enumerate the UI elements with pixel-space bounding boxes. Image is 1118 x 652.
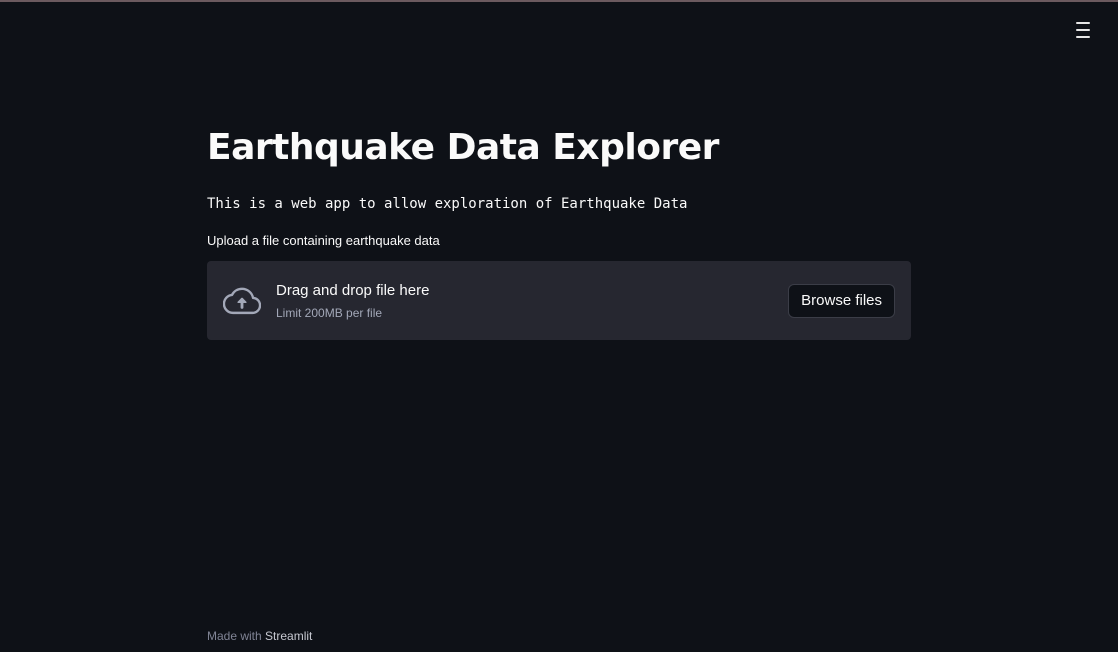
file-size-limit: Limit 200MB per file [276, 305, 383, 320]
app-root: Earthquake Data Explorer This is a web a… [0, 0, 1118, 652]
app-description: This is a web app to allow exploration o… [207, 196, 688, 212]
dropzone-text: Drag and drop file here Limit 200MB per … [276, 281, 788, 321]
footer: Made with Streamlit [207, 628, 312, 644]
hamburger-menu-icon-bar [1076, 36, 1090, 38]
dropzone-title: Drag and drop file here [276, 281, 430, 299]
main-content: Earthquake Data Explorer This is a web a… [207, 120, 911, 340]
file-uploader-label: Upload a file containing earthquake data [207, 233, 440, 248]
file-dropzone[interactable]: Drag and drop file here Limit 200MB per … [207, 261, 911, 340]
hamburger-menu-icon-bar [1076, 29, 1090, 31]
browse-files-button[interactable]: Browse files [788, 283, 895, 318]
cloud-upload-icon [223, 282, 261, 320]
main-menu-button[interactable] [1076, 22, 1092, 38]
hamburger-menu-icon [1076, 22, 1090, 24]
page-title: Earthquake Data Explorer [207, 127, 719, 168]
streamlit-link[interactable]: Streamlit [265, 629, 312, 643]
footer-prefix: Made with [207, 629, 266, 643]
